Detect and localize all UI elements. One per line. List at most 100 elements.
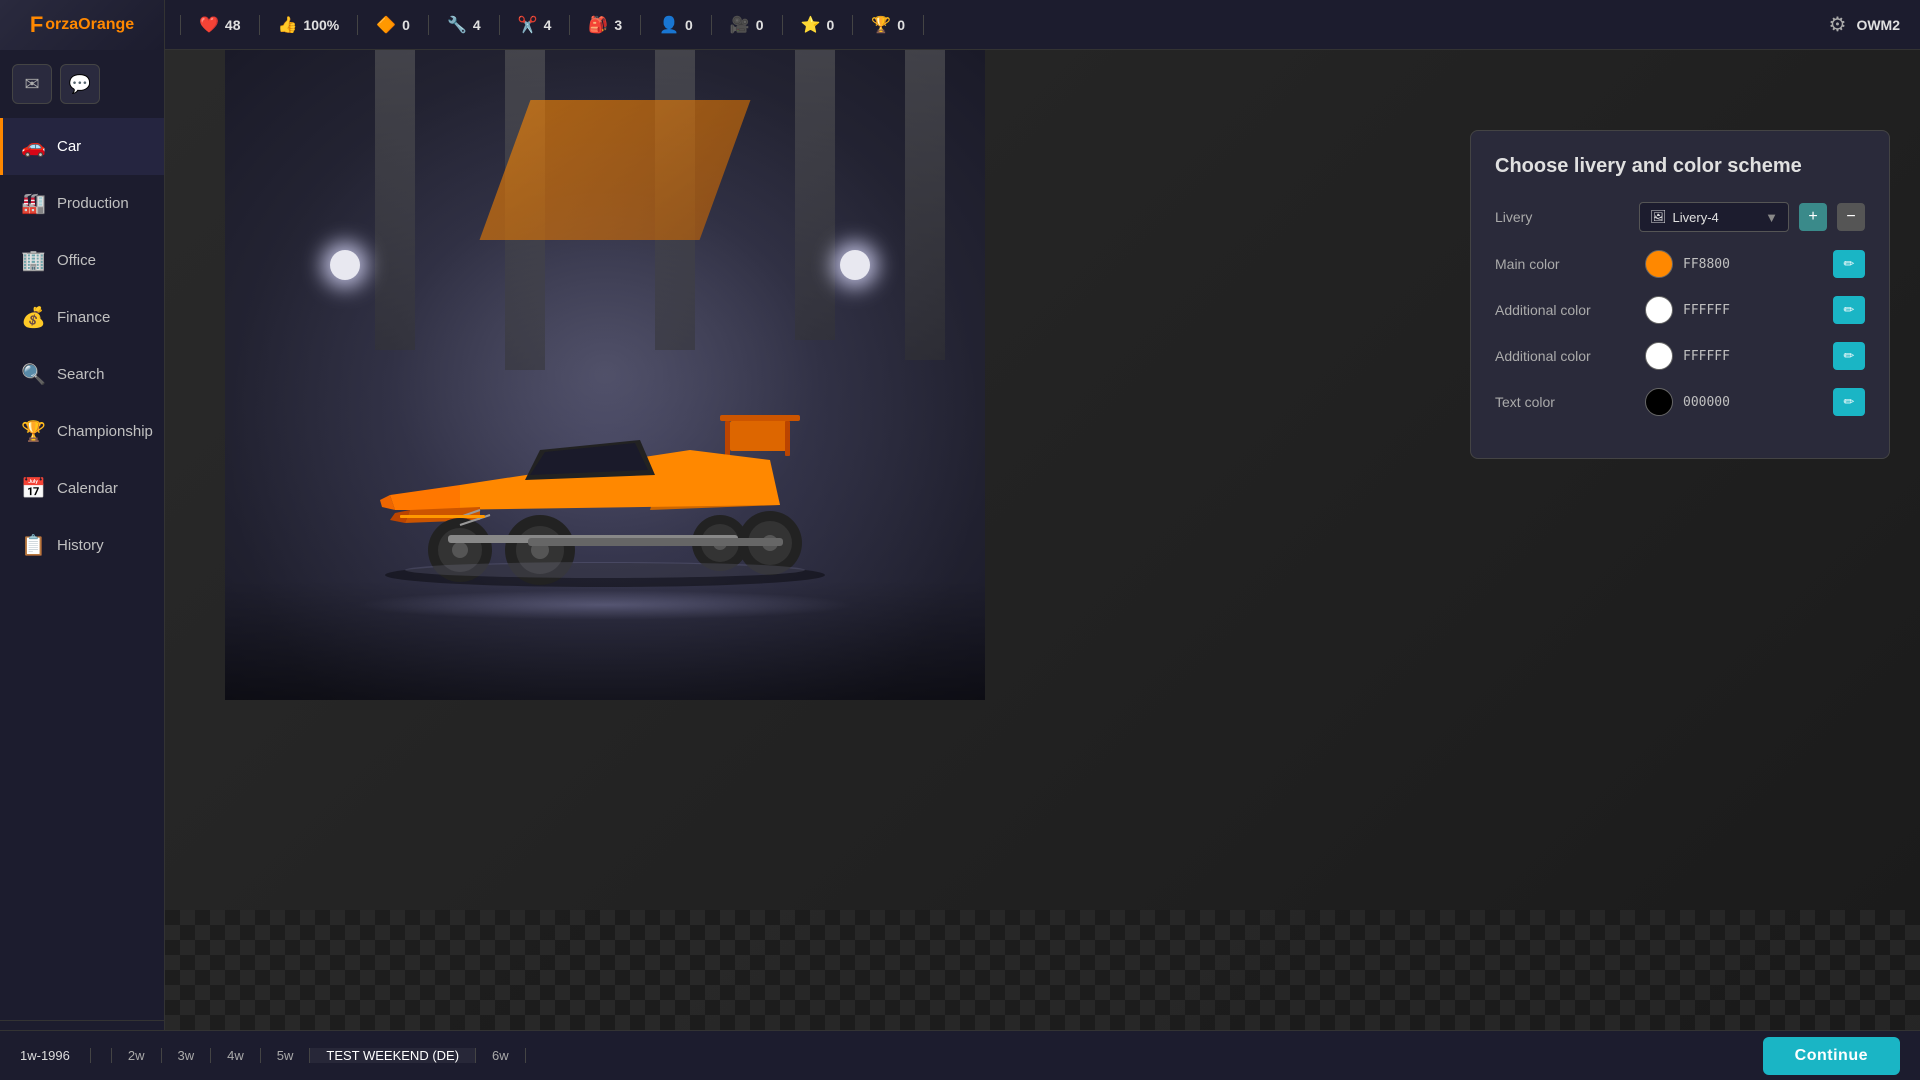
- stat-val-media: 0: [756, 17, 764, 33]
- livery-select-value: Livery-4: [1673, 210, 1719, 225]
- timeline-weeks: 2w3w4w5wTEST WEEKEND (DE)6w: [111, 1048, 1763, 1063]
- stat-engineers: ✂️ 4: [500, 15, 571, 35]
- stat-icon-media: 🎥: [730, 15, 750, 35]
- sidebar-label-search: Search: [57, 366, 105, 383]
- sidebar-item-history[interactable]: 📋History: [0, 517, 164, 574]
- stat-icon-mechanics: 🔧: [447, 15, 467, 35]
- color-edit-main[interactable]: ✏: [1833, 250, 1865, 278]
- livery-dropdown[interactable]: 🖼 Livery-4 ▼: [1639, 202, 1789, 232]
- sidebar-icon-search: 🔍: [21, 362, 45, 387]
- stat-icon-stars: ⭐: [801, 15, 821, 35]
- stat-val-drivers: 0: [685, 17, 693, 33]
- sidebar-icon-office: 🏢: [21, 248, 45, 273]
- sidebar-item-production[interactable]: 🏭 Production: [0, 175, 164, 232]
- stat-val-engineers: 4: [544, 17, 552, 33]
- stat-icon-approval: 👍: [278, 15, 298, 35]
- color-row-text: Text color 000000 ✏: [1495, 388, 1865, 416]
- stat-icon-hp: ❤️: [199, 15, 219, 35]
- stat-icon-drivers: 👤: [659, 15, 679, 35]
- stat-val-stars: 0: [826, 17, 834, 33]
- week-item: 5w: [261, 1048, 311, 1063]
- sidebar-label-production: Production: [57, 195, 129, 212]
- stat-drivers: 👤0: [641, 15, 712, 35]
- sidebar-icon-history: 📋: [21, 533, 45, 558]
- stat-mechanics: 🔧4: [429, 15, 500, 35]
- livery-select-icon: 🖼: [1650, 209, 1667, 225]
- stat-val-items: 3: [614, 17, 622, 33]
- color-hex-additional1: FFFFFF: [1683, 303, 1823, 318]
- car-3d-view: [330, 335, 880, 620]
- color-swatch-additional1[interactable]: [1645, 296, 1673, 324]
- sidebar-icon-championship: 🏆: [21, 419, 45, 444]
- sidebar-nav: 🚗Car 🏭 Production 🏢 Office 💰Finance 🔍 Search 🏆Ch…: [0, 118, 164, 1020]
- stat-hp: ❤️ 48: [180, 15, 260, 35]
- floor-area: [225, 580, 985, 700]
- color-swatch-additional2[interactable]: [1645, 342, 1673, 370]
- stat-tokens: 🔶0: [358, 15, 429, 35]
- sidebar-label-office: Office: [57, 252, 96, 269]
- sidebar-icon-finance: 💰: [21, 305, 45, 330]
- sidebar-item-search[interactable]: 🔍 Search: [0, 346, 164, 403]
- color-rows: Main color FF8800 ✏ Additional color FFF…: [1495, 250, 1865, 416]
- sidebar-item-finance[interactable]: 💰Finance: [0, 289, 164, 346]
- sidebar-icon-production: 🏭: [21, 191, 45, 216]
- color-swatch-text[interactable]: [1645, 388, 1673, 416]
- glow-ball-right: [840, 250, 870, 280]
- pillar-5: [905, 50, 945, 360]
- color-edit-text[interactable]: ✏: [1833, 388, 1865, 416]
- topbar-right: ⚙ OWM2: [1829, 12, 1920, 37]
- mail-button[interactable]: ✉: [12, 64, 52, 104]
- sidebar-icon-car: 🚗: [21, 134, 45, 159]
- livery-label: Livery: [1495, 209, 1629, 225]
- stat-val-mechanics: 4: [473, 17, 481, 33]
- logo: F orzaOrange: [0, 0, 165, 50]
- color-hex-main: FF8800: [1683, 257, 1823, 272]
- week-item: 4w: [211, 1048, 261, 1063]
- logo-text: orzaOrange: [45, 16, 134, 34]
- checker-area: [165, 910, 1920, 1030]
- timeline-right: Continue: [1763, 1037, 1900, 1075]
- color-edit-additional1[interactable]: ✏: [1833, 296, 1865, 324]
- topbar: F orzaOrange ❤️48👍100%🔶0🔧4✂️4🎒3👤0🎥0⭐0🏆0 …: [0, 0, 1920, 50]
- sidebar-item-championship[interactable]: 🏆Championship: [0, 403, 164, 460]
- color-edit-additional2[interactable]: ✏: [1833, 342, 1865, 370]
- sidebar: ✉ 💬 🚗Car 🏭 Production 🏢 Office 💰Finance 🔍 Searc…: [0, 50, 165, 1080]
- color-hex-text: 000000: [1683, 395, 1823, 410]
- stat-icon-engineers: ✂️: [518, 15, 538, 35]
- sidebar-top-buttons: ✉ 💬: [0, 50, 164, 118]
- livery-selector-row: Livery 🖼 Livery-4 ▼ + −: [1495, 202, 1865, 232]
- livery-panel: Choose livery and color scheme Livery 🖼 …: [1470, 130, 1890, 459]
- current-week: 1w-1996: [20, 1048, 91, 1063]
- stat-media: 🎥0: [712, 15, 783, 35]
- color-row-additional2: Additional color FFFFFF ✏: [1495, 342, 1865, 370]
- sidebar-item-calendar[interactable]: 📅 Calendar: [0, 460, 164, 517]
- color-row-additional1: Additional color FFFFFF ✏: [1495, 296, 1865, 324]
- sidebar-item-car[interactable]: 🚗Car: [0, 118, 164, 175]
- week-item: 3w: [162, 1048, 212, 1063]
- chat-button[interactable]: 💬: [60, 64, 100, 104]
- settings-icon[interactable]: ⚙: [1829, 12, 1847, 37]
- stat-trophies: 🏆0: [853, 15, 924, 35]
- sidebar-item-office[interactable]: 🏢 Office: [0, 232, 164, 289]
- stat-icon-tokens: 🔶: [376, 15, 396, 35]
- color-row-main: Main color FF8800 ✏: [1495, 250, 1865, 278]
- stat-val-hp: 48: [225, 17, 241, 33]
- color-label-main: Main color: [1495, 256, 1635, 272]
- color-hex-additional2: FFFFFF: [1683, 349, 1823, 364]
- livery-remove-button[interactable]: −: [1837, 203, 1865, 231]
- sidebar-icon-calendar: 📅: [21, 476, 45, 501]
- stat-val-trophies: 0: [897, 17, 905, 33]
- week-item: TEST WEEKEND (DE): [310, 1048, 476, 1063]
- sidebar-label-calendar: Calendar: [57, 480, 118, 497]
- week-item: 6w: [476, 1048, 526, 1063]
- stat-icon-items: 🎒: [588, 15, 608, 35]
- livery-add-button[interactable]: +: [1799, 203, 1827, 231]
- week-item: 2w: [111, 1048, 162, 1063]
- timeline: 1w-1996 2w3w4w5wTEST WEEKEND (DE)6w Cont…: [0, 1030, 1920, 1080]
- pillar-4: [795, 50, 835, 340]
- username: OWM2: [1856, 17, 1900, 33]
- color-swatch-main[interactable]: [1645, 250, 1673, 278]
- stat-items: 🎒3: [570, 15, 641, 35]
- livery-dropdown-arrow: ▼: [1765, 210, 1778, 225]
- continue-button[interactable]: Continue: [1763, 1037, 1900, 1075]
